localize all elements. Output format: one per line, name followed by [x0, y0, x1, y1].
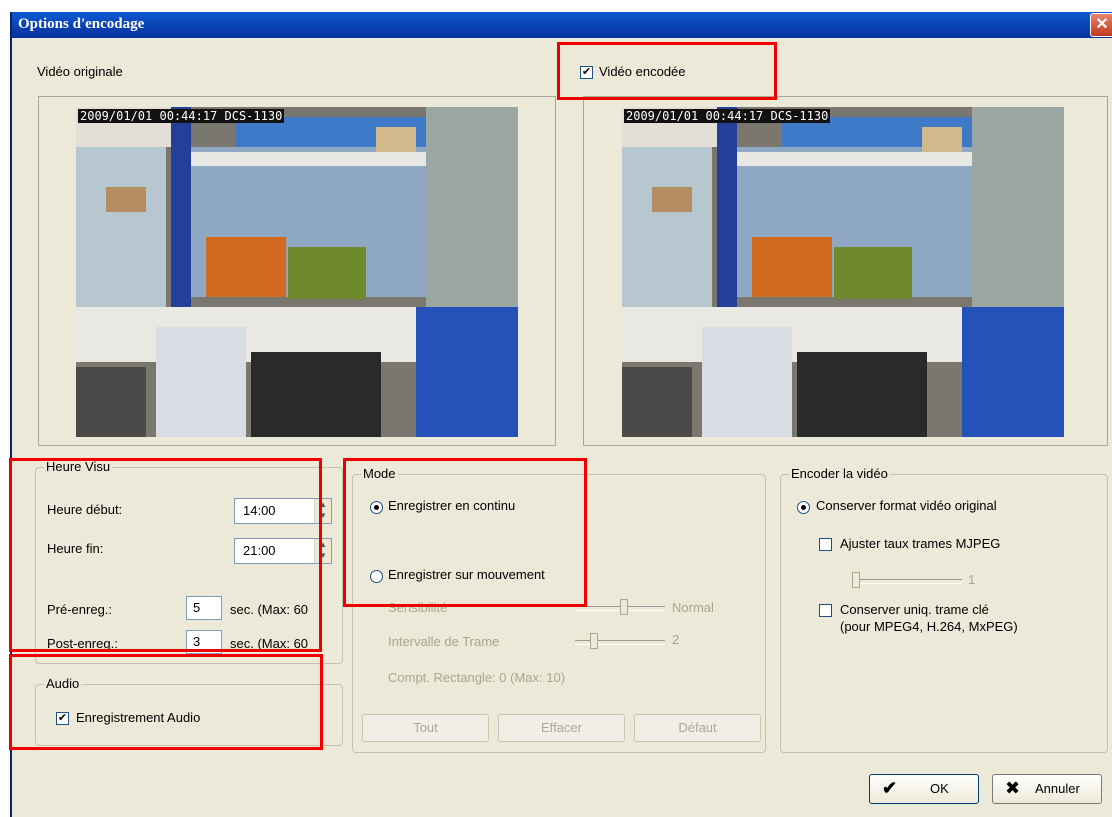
original-video-label: Vidéo originale [37, 64, 123, 79]
default-button[interactable]: Défaut [634, 714, 761, 742]
mjpeg-value: 1 [968, 572, 976, 587]
interval-value: 2 [672, 632, 680, 647]
video-timestamp-overlay: 2009/01/01 00:44:17 DCS-1130 [78, 109, 285, 123]
clear-button[interactable]: Effacer [498, 714, 625, 742]
interval-track [575, 640, 665, 645]
original-video-image: 2009/01/01 00:44:17 DCS-1130 [76, 107, 518, 437]
keep-original-radio[interactable] [797, 501, 810, 514]
pre-record-label: Pré-enreg.: [47, 602, 113, 617]
start-time-value: 14:00 [243, 503, 276, 518]
motion-radio[interactable] [370, 570, 383, 583]
audio-record-checkbox[interactable]: ✔ [56, 712, 69, 725]
encode-legend: Encoder la vidéo [789, 466, 890, 481]
interval-slider[interactable] [590, 633, 598, 649]
check-icon: ✔ [882, 778, 898, 798]
keyframe-label-line1: Conserver uniq. trame clé [840, 602, 989, 617]
mjpeg-track [852, 579, 962, 584]
keyframe-checkbox[interactable] [819, 604, 832, 617]
motion-label: Enregistrer sur mouvement [388, 567, 545, 582]
window-title: Options d'encodage [18, 16, 145, 32]
original-video-panel: 2009/01/01 00:44:17 DCS-1130 [38, 96, 556, 446]
continuous-label: Enregistrer en continu [388, 498, 516, 513]
post-record-value: 3 [193, 634, 201, 649]
audio-record-label: Enregistrement Audio [76, 710, 201, 725]
post-record-label: Post-enreg.: [47, 636, 118, 651]
camera-scene-image [76, 107, 518, 437]
all-button[interactable]: Tout [362, 714, 489, 742]
keep-original-label: Conserver format vidéo original [816, 498, 997, 513]
cancel-button[interactable]: ✖ Annuler [992, 774, 1102, 804]
heure-visu-legend: Heure Visu [44, 459, 113, 474]
continuous-radio[interactable] [370, 501, 383, 514]
adjust-mjpeg-label: Ajuster taux trames MJPEG [840, 536, 1001, 551]
start-time-label: Heure début: [47, 502, 123, 517]
end-time-arrows[interactable]: ▲ ▼ [314, 539, 331, 563]
adjust-mjpeg-checkbox[interactable] [819, 538, 832, 551]
sensitivity-label: Sensibilité [388, 600, 448, 615]
encoded-video-label: Vidéo encodée [599, 64, 686, 79]
pre-record-max-label: sec. (Max: 60 [230, 602, 309, 617]
encoded-video-checkbox[interactable]: ✔ [580, 66, 593, 79]
dialog-window: Options d'encodage ✕ Vidéo originale ✔ V… [10, 12, 1112, 817]
post-record-max-label: sec. (Max: 60 [230, 636, 309, 651]
mjpeg-slider[interactable] [852, 572, 860, 588]
rect-count-label: Compt. Rectangle: 0 (Max: 10) [388, 670, 566, 685]
sensitivity-value: Normal [672, 600, 714, 615]
ok-button[interactable]: ✔ OK [869, 774, 979, 804]
post-record-input[interactable]: 3 [186, 630, 222, 654]
ok-label: OK [930, 781, 949, 796]
cancel-label: Annuler [1035, 781, 1080, 796]
mode-legend: Mode [361, 466, 398, 481]
video-timestamp-overlay-encoded: 2009/01/01 00:44:17 DCS-1130 [624, 109, 831, 123]
encoded-video-image: 2009/01/01 00:44:17 DCS-1130 [622, 107, 1064, 437]
pre-record-input[interactable]: 5 [186, 596, 222, 620]
close-button[interactable]: ✕ [1090, 13, 1112, 37]
end-time-label: Heure fin: [47, 541, 104, 556]
start-time-spinner[interactable]: 14:00 ▲ ▼ [234, 498, 332, 524]
audio-legend: Audio [44, 676, 82, 691]
end-time-spinner[interactable]: 21:00 ▲ ▼ [234, 538, 332, 564]
start-time-arrows[interactable]: ▲ ▼ [314, 499, 331, 523]
x-icon: ✖ [1005, 778, 1021, 798]
camera-scene-image-encoded [622, 107, 1064, 437]
sensitivity-slider[interactable] [620, 599, 628, 615]
pre-record-value: 5 [193, 600, 201, 615]
interval-label: Intervalle de Trame [388, 634, 500, 649]
end-time-value: 21:00 [243, 543, 276, 558]
encoded-video-panel: 2009/01/01 00:44:17 DCS-1130 [583, 96, 1108, 446]
keyframe-label-line2: (pour MPEG4, H.264, MxPEG) [840, 619, 1018, 634]
title-bar: Options d'encodage ✕ [12, 12, 1112, 38]
